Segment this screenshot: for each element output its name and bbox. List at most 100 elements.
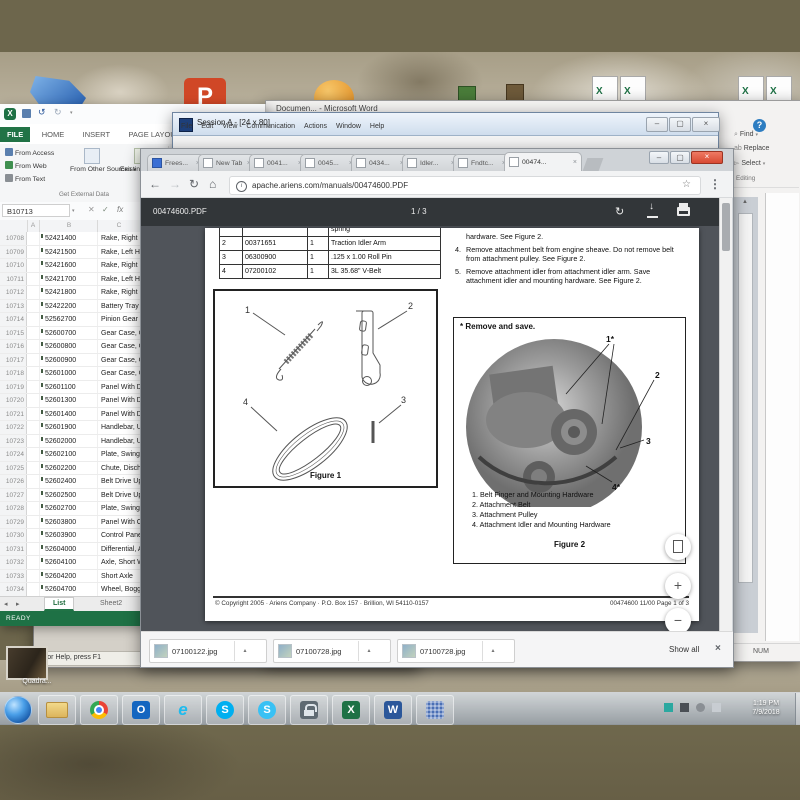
download-item[interactable]: 07100122.jpg▴ [149,639,267,663]
browser-tab[interactable]: Fndtc...× [453,154,511,171]
taskbar-remote-app[interactable] [416,695,454,725]
chevron-up-icon[interactable]: ▴ [358,641,379,661]
taskbar-internet-explorer[interactable]: e [164,695,202,725]
enter-icon[interactable]: ✓ [102,205,109,214]
scroll-up-icon[interactable]: ▲ [736,199,754,209]
cancel-icon[interactable]: ✕ [88,205,95,214]
column-header-a[interactable]: A [27,222,39,229]
cell-part-number[interactable]: 52421700 [40,273,98,286]
cell-part-number[interactable]: 52604100 [40,556,98,569]
menu-overflow-icon[interactable]: ⋮ [709,171,721,197]
cell-a[interactable] [27,367,40,380]
cell-a[interactable] [27,489,40,502]
browser-tab[interactable]: 0434...× [351,154,409,171]
cell-part-number[interactable]: 52601900 [40,421,98,434]
zoom-in-button[interactable]: + [665,573,691,599]
from-other-sources-button[interactable]: From Other Sources ▾ [70,148,114,174]
cell-part-number[interactable]: 52600700 [40,327,98,340]
cell-part-number[interactable]: 52602000 [40,435,98,448]
cell-a[interactable] [27,340,40,353]
taskbar-outlook[interactable]: O [122,695,160,725]
browser-tab[interactable]: 0045...× [300,154,358,171]
cell-a[interactable] [27,462,40,475]
cell-part-number[interactable]: 52603900 [40,529,98,542]
cell-part-number[interactable]: 52601400 [40,408,98,421]
chevron-up-icon[interactable]: ▴ [234,641,255,661]
cell-a[interactable] [27,381,40,394]
column-header-b[interactable]: B [40,222,98,229]
browser-tab[interactable]: Frees...× [147,154,205,171]
download-icon[interactable]: ↓ [647,204,659,218]
browser-tab[interactable]: Idler...× [402,154,460,171]
cell-a[interactable] [27,543,40,556]
menu-help[interactable]: Help [370,123,384,130]
cell-part-number[interactable]: 52601000 [40,367,98,380]
taskbar-excel[interactable]: X [332,695,370,725]
cell-a[interactable] [27,516,40,529]
cell-part-number[interactable]: 52604700 [40,583,98,596]
cell-a[interactable] [27,232,40,245]
close-button[interactable]: × [692,117,720,132]
cell-part-number[interactable]: 52421400 [40,232,98,245]
tab-home[interactable]: HOME [35,127,72,142]
cell-a[interactable] [27,300,40,313]
tray-icon-1[interactable] [664,703,673,712]
forward-icon[interactable]: → [169,171,181,197]
cell-a[interactable] [27,583,40,596]
minimize-button[interactable]: – [646,117,668,132]
rotate-icon[interactable]: ↻ [615,198,624,226]
cell-a[interactable] [27,327,40,340]
tray-icon-2[interactable] [680,703,689,712]
taskbar-photos-folder[interactable] [38,695,76,725]
menu-edit[interactable]: Edit [201,123,213,130]
replace-button[interactable]: ab Replace [734,145,769,152]
chrome-maximize-button[interactable]: ▢ [670,151,690,164]
show-all-link[interactable]: Show all [669,645,699,654]
undo-icon[interactable]: ↺ [38,107,46,118]
name-box[interactable]: B10713 [2,204,70,217]
from-access-button[interactable]: From Access [5,148,54,160]
download-item[interactable]: 07100728.jpg▴ [273,639,391,663]
menu-file[interactable]: File [181,123,192,130]
from-web-button[interactable]: From Web [5,161,47,173]
qat-dropdown-icon[interactable]: ▾ [70,110,73,116]
name-box-dropdown-icon[interactable]: ▾ [72,208,75,214]
info-icon[interactable]: i [236,181,247,192]
home-icon[interactable]: ⌂ [209,171,216,197]
cell-part-number[interactable]: 52602700 [40,502,98,515]
desktop-icon-label[interactable]: Quadra... [2,678,72,685]
menu-actions[interactable]: Actions [304,123,327,130]
column-header-c[interactable]: C [99,222,139,229]
cell-a[interactable] [27,313,40,326]
cell-a[interactable] [27,435,40,448]
cell-a[interactable] [27,570,40,583]
back-icon[interactable]: ← [149,171,161,197]
taskbar-keepass-lock[interactable] [290,695,328,725]
select-button[interactable]: ▻ Select ▾ [734,159,765,167]
chrome-minimize-button[interactable]: – [649,151,669,164]
taskbar-clock[interactable]: 1:19 PM 7/9/2018 [740,699,792,717]
from-text-button[interactable]: From Text [5,174,45,186]
browser-tab[interactable]: New Tab× [198,154,256,171]
sheet-tab-sheet2[interactable]: Sheet2 [92,598,130,609]
redo-icon[interactable]: ↻ [54,107,62,118]
sheet-tab-list[interactable]: List [44,597,74,611]
taskbar-word[interactable]: W [374,695,412,725]
taskbar-skype[interactable]: S [206,695,244,725]
menu-communication[interactable]: Communication [246,123,295,130]
tab-insert[interactable]: INSERT [76,127,117,142]
cell-a[interactable] [27,448,40,461]
cell-part-number[interactable]: 52601300 [40,394,98,407]
menu-window[interactable]: Window [336,123,361,130]
cell-part-number[interactable]: 52421500 [40,246,98,259]
cell-a[interactable] [27,502,40,515]
print-icon[interactable] [677,207,690,216]
downloadbar-close-icon[interactable]: × [715,643,721,654]
cell-part-number[interactable]: 52600900 [40,354,98,367]
taskbar-skype-call[interactable]: S [248,695,286,725]
pdf-scrollbar-track[interactable] [719,198,732,631]
taskbar-chrome[interactable] [80,695,118,725]
new-tab-button[interactable] [583,158,604,171]
cell-part-number[interactable]: 52601100 [40,381,98,394]
fx-icon[interactable]: fx [117,205,123,214]
